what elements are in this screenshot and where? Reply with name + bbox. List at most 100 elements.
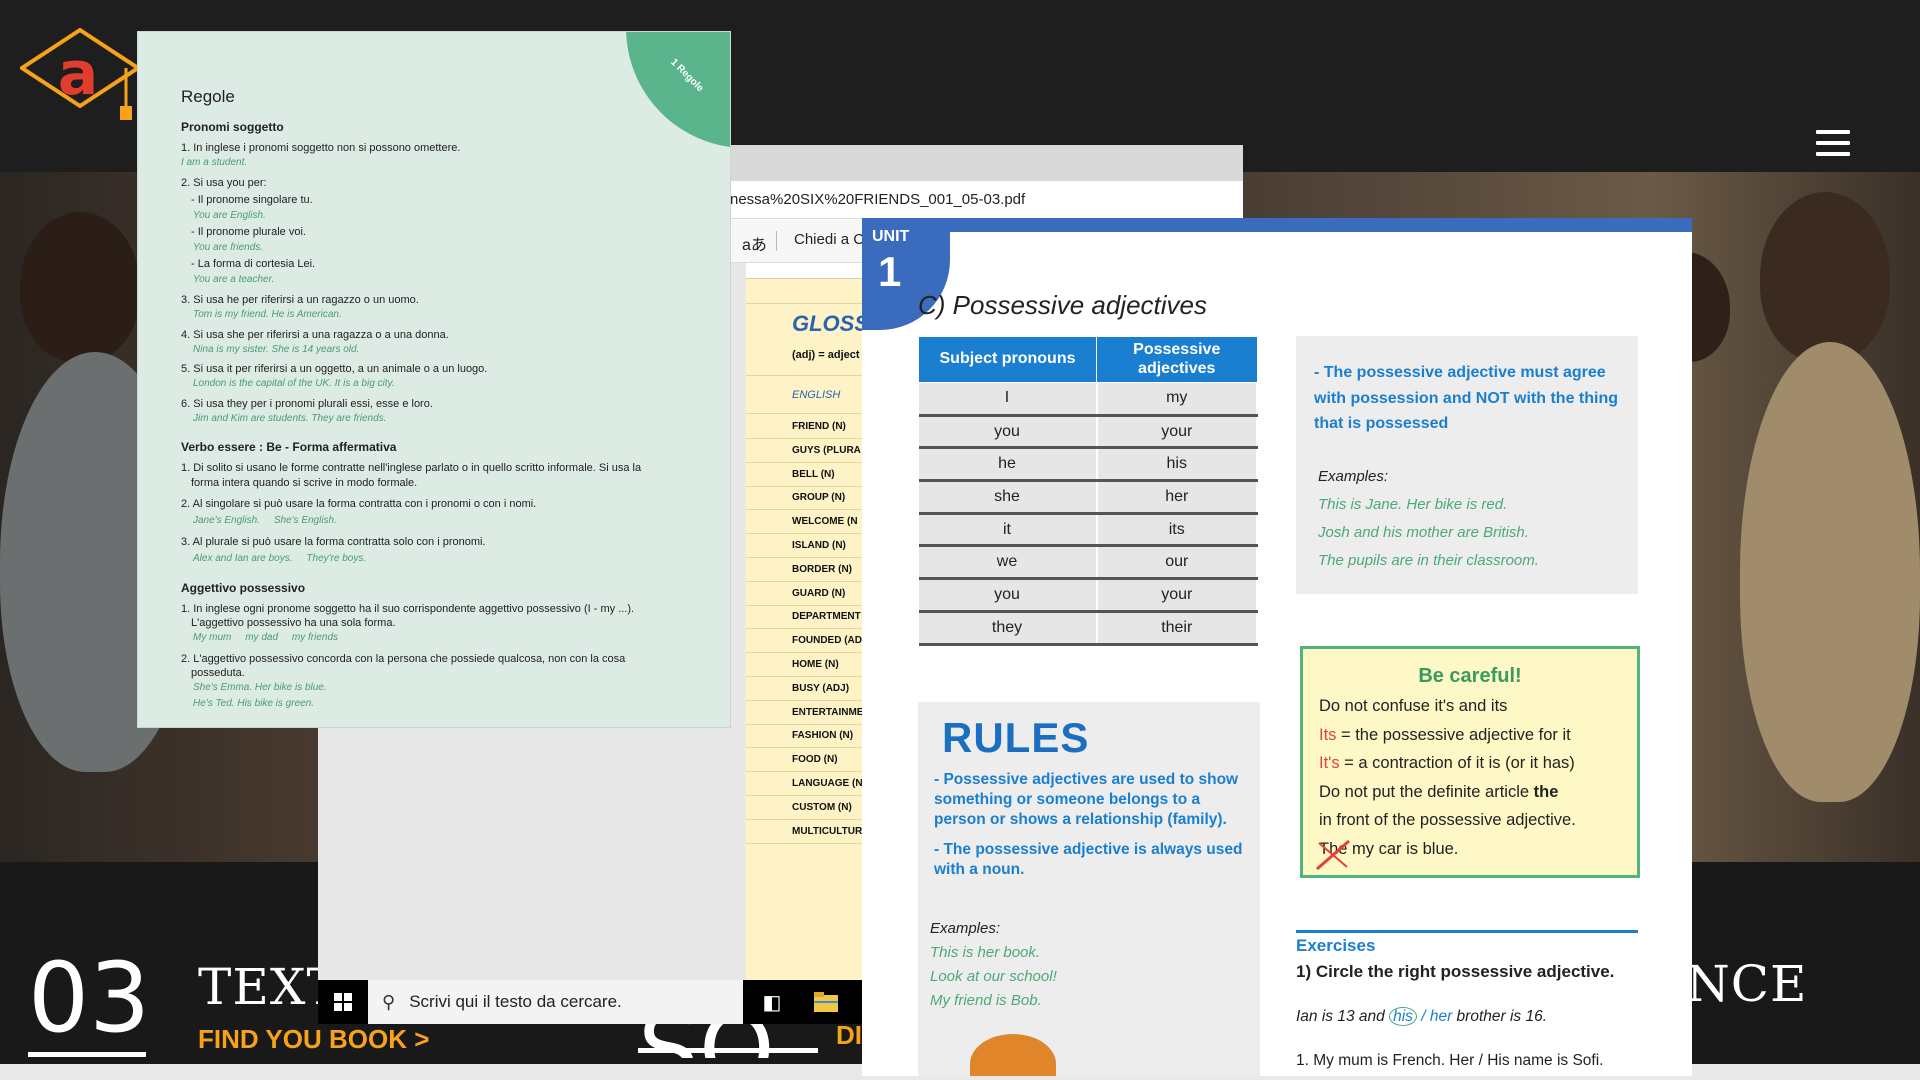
exercises-title: Exercises — [1296, 936, 1376, 955]
subject-pronoun-cell: he — [918, 447, 1098, 483]
glossary-entry: CUSTOM (N) — [792, 801, 852, 813]
section-number: 03 — [28, 942, 151, 1054]
exercise-option: / her — [1416, 1008, 1453, 1025]
agreement-example: Josh and his mother are British. — [1318, 524, 1529, 541]
logo-letter: a — [58, 39, 99, 109]
file-explorer-icon[interactable] — [806, 988, 846, 1016]
regole-item: 1. Di solito si usano le forme contratte… — [181, 462, 642, 474]
careful-its-contraction: It's — [1319, 754, 1340, 772]
glossary-entry: MULTICULTURA — [792, 825, 870, 837]
regole-item: posseduta. — [191, 667, 245, 679]
glossary-entry: BORDER (N) — [792, 563, 852, 575]
rule-item: - The possessive adjective is always use… — [934, 841, 1243, 879]
regole-example: She's Emma. Her bike is blue. — [193, 682, 327, 693]
glossary-entry: GUYS (PLURA — [792, 444, 861, 456]
exercise-question: 1. My mum is French. Her / His name is S… — [1296, 1052, 1604, 1069]
subject-pronoun-cell: she — [918, 480, 1098, 515]
careful-line: Its = the possessive adjective for it — [1319, 726, 1571, 745]
regole-example: Nina is my sister. She is 14 years old. — [193, 344, 360, 355]
graduation-cap-logo[interactable]: a — [20, 28, 140, 123]
regole-item: 3. Si usa he per riferirsi a un ragazzo … — [181, 294, 419, 306]
table-row: you your — [918, 578, 1258, 613]
careful-line: in front of the possessive adjective. — [1319, 811, 1576, 829]
rules-title: RULES — [942, 714, 1090, 761]
menu-icon[interactable] — [1816, 130, 1850, 160]
examples-label: Examples: — [930, 920, 1001, 937]
regole-example: I am a student. — [181, 157, 248, 168]
glossary-entry: FOOD (N) — [792, 754, 838, 766]
possessive-adjective-cell: my — [1096, 382, 1258, 417]
regole-item: forma intera quando si scrive in modo fo… — [191, 477, 418, 489]
rules-box: RULES - Possessive adjectives are used t… — [918, 702, 1260, 1076]
unit-page: UNIT 1 C) Possessive adjectives Subject … — [862, 218, 1692, 1076]
table-row: he his — [918, 447, 1258, 483]
glossary-entry: FOUNDED (AD — [792, 635, 862, 647]
table-header: Subject pronouns — [918, 336, 1097, 383]
regole-item: 6. Si usa they per i pronomi plurali ess… — [181, 398, 433, 410]
glossary-entry: FASHION (N) — [792, 730, 854, 742]
illustration — [970, 1034, 1056, 1076]
unit-label: UNIT — [872, 228, 910, 245]
toolbar-divider — [776, 231, 777, 251]
careful-text: = the possessive adjective for it — [1336, 726, 1571, 744]
possessive-adjective-cell: his — [1096, 447, 1258, 483]
regole-item: - La forma di cortesia Lei. — [191, 258, 316, 270]
possessive-adjective-cell: its — [1096, 513, 1258, 548]
careful-its: Its — [1319, 726, 1337, 744]
windows-start-button[interactable] — [318, 980, 368, 1024]
possessive-adjective-cell: your — [1096, 578, 1258, 613]
rules-example: My friend is Bob. — [930, 992, 1042, 1009]
read-aloud-button[interactable]: aあ — [742, 231, 767, 255]
glossary-title: GLOSS — [792, 311, 870, 336]
windows-logo-icon — [334, 993, 352, 1011]
careful-title: Be careful! — [1418, 665, 1522, 687]
regole-example: Tom is my friend. He is American. — [193, 309, 342, 320]
regole-example: You are English. — [193, 210, 266, 221]
possessive-adjective-cell: your — [1096, 415, 1258, 450]
ask-copilot-button[interactable]: Chiedi a C — [794, 231, 864, 248]
regole-tab — [626, 32, 730, 148]
glossary-entry: GROUP (N) — [792, 492, 846, 504]
regole-section-title: Pronomi soggetto — [181, 120, 284, 134]
regole-example: Jane's English. She's English. — [193, 515, 337, 526]
glossary-entry: GUARD (N) — [792, 587, 846, 599]
find-book-link[interactable]: FIND YOU BOOK > — [198, 1024, 429, 1055]
agreement-rule: - The possessive adjective must agree wi… — [1314, 364, 1618, 433]
regole-section-title: Aggettivo possessivo — [181, 581, 306, 595]
glossary-entry: ENTERTAINME — [792, 706, 864, 718]
circled-answer: his — [1389, 1007, 1417, 1026]
glossary-entry: WELCOME (N — [792, 516, 858, 528]
regole-item: 2. L'aggettivo possessivo concorda con l… — [181, 653, 626, 665]
agreement-box: - The possessive adjective must agree wi… — [1296, 336, 1638, 594]
table-row: Imy — [918, 382, 1258, 417]
regole-item: 3. Al plurale si può usare la forma cont… — [181, 536, 486, 548]
section-link-2[interactable]: DI — [836, 1020, 862, 1051]
windows-taskbar: ⚲ Scrivi qui il testo da cercare. ◧ — [318, 980, 863, 1024]
possessive-adjective-cell: their — [1096, 611, 1258, 646]
section-number-2-underline — [638, 1048, 818, 1053]
table-row: we our — [918, 545, 1258, 581]
regole-example: He's Ted. His bike is green. — [193, 698, 315, 709]
regole-example: You are a teacher. — [193, 274, 275, 285]
regole-item: 1. In inglese i pronomi soggetto non si … — [181, 142, 461, 154]
careful-bold: the — [1533, 783, 1559, 801]
url-text[interactable]: nessa%20SIX%20FRIENDS_001_05-03.pdf — [730, 191, 1025, 208]
possessive-table: Subject pronouns Possessive adjectives I… — [918, 336, 1258, 646]
glossary-entry: HOME (N) — [792, 659, 839, 670]
subject-pronoun-cell: we — [918, 545, 1098, 581]
regole-title: Regole — [181, 87, 235, 106]
glossary-entry: DEPARTMENT — [792, 611, 861, 623]
subject-pronoun-cell: they — [918, 611, 1098, 646]
unit-number: 1 — [878, 248, 902, 295]
table-row: she her — [918, 480, 1258, 515]
exercise-example: Ian is 13 and his / her brother is 16. — [1296, 1007, 1547, 1026]
table-row: you your — [918, 415, 1258, 450]
careful-line: It's = a contraction of it is (or it has… — [1319, 754, 1575, 773]
task-view-icon[interactable]: ◧ — [752, 988, 792, 1016]
section-heading-3: NCE — [1686, 955, 1808, 1013]
careful-line: Do not put the definite article the — [1319, 783, 1558, 802]
glossary-entry: BELL (N) — [792, 468, 835, 480]
taskbar-search-input[interactable]: ⚲ Scrivi qui il testo da cercare. — [368, 980, 743, 1024]
exercises-divider — [1296, 930, 1638, 933]
table-row: it its — [918, 513, 1258, 548]
